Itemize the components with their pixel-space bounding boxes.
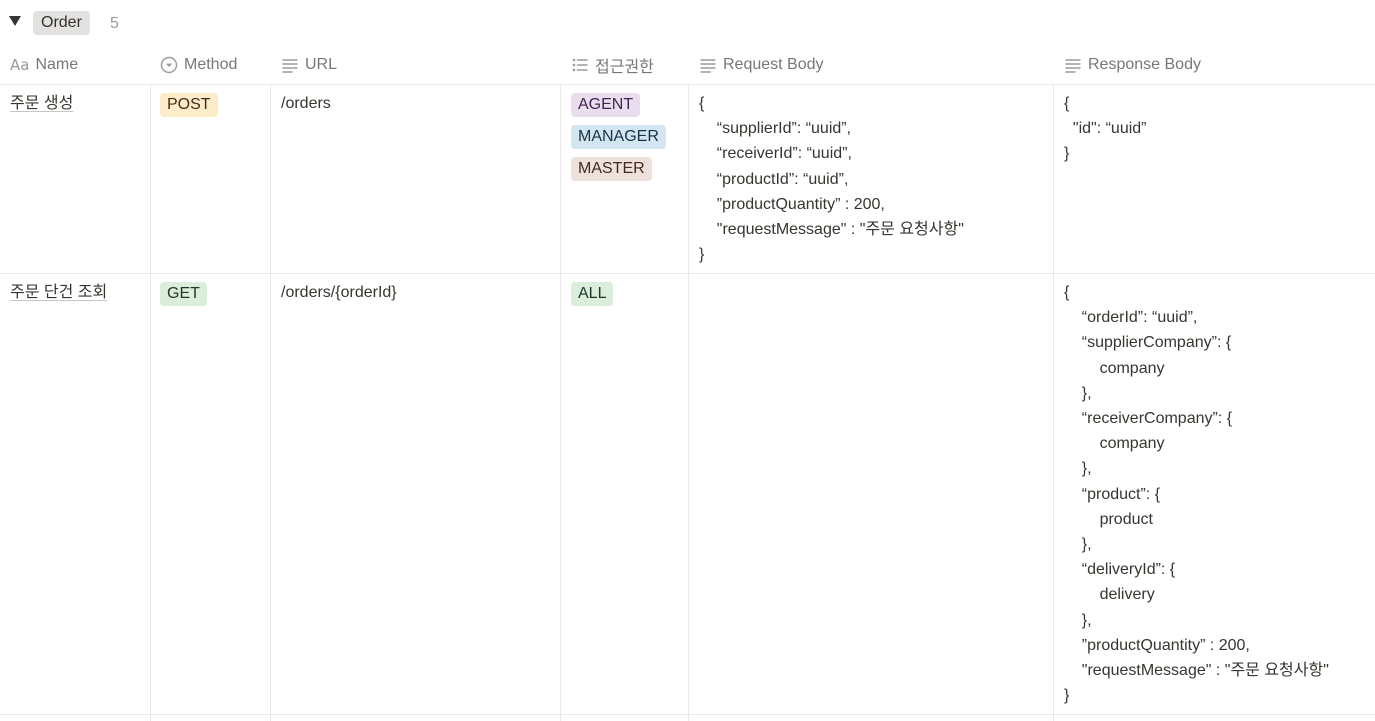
column-header-label: Response Body [1088,56,1201,73]
access-tag[interactable]: MASTER [571,157,652,181]
collapse-triangle-icon[interactable] [9,16,21,26]
group-count: 5 [110,15,119,32]
request-body-text[interactable]: { “supplierId”: “uuid”, “receiverId”: “u… [699,91,1049,267]
access-tag[interactable]: MANAGER [571,125,666,149]
column-header-url[interactable]: URL [281,46,561,84]
column-header-method[interactable]: Method [160,46,270,84]
response-body-text[interactable]: { "id": “uuid” } [1064,91,1369,167]
column-header-name[interactable]: Aa Name [10,46,150,84]
text-lines-icon [281,56,299,74]
access-tags[interactable]: ALL [571,281,686,313]
url-text[interactable]: /orders [281,91,556,116]
access-tag[interactable]: ALL [571,282,614,306]
multi-select-property-icon [571,56,589,74]
response-body-text[interactable]: { “orderId”: “uuid”, “supplierCompany”: … [1064,280,1369,708]
access-tags[interactable]: AGENT MANAGER MASTER [571,92,686,188]
column-header-request-body[interactable]: Request Body [699,46,1053,84]
text-lines-icon [699,56,717,74]
table-header-row: Aa Name Method URL 접근권한 Request Body Res… [0,46,1375,85]
column-header-label: Request Body [723,56,824,73]
table-row[interactable]: 주문 단건 조회 GET /orders/{orderId} ALL { “or… [0,274,1375,715]
column-header-response-body[interactable]: Response Body [1064,46,1364,84]
group-header: Order 5 [0,0,1375,46]
select-property-icon [160,56,178,74]
method-tag[interactable]: POST [160,93,218,117]
text-lines-icon [1064,56,1082,74]
group-tag[interactable]: Order [33,11,90,35]
column-header-label: Name [35,56,79,73]
method-tag[interactable]: GET [160,282,207,306]
row-name-link[interactable]: 주문 생성 [10,95,73,112]
column-header-access[interactable]: 접근권한 [571,46,688,84]
row-name-link[interactable]: 주문 단건 조회 [10,284,107,301]
table-row[interactable]: 주문 생성 POST /orders AGENT MANAGER MASTER … [0,85,1375,274]
column-header-label: Method [184,56,238,73]
text-property-icon: Aa [10,56,30,74]
column-header-label: URL [305,56,338,73]
url-text[interactable]: /orders/{orderId} [281,280,556,305]
access-tag[interactable]: AGENT [571,93,641,117]
column-header-label: 접근권한 [595,59,654,76]
